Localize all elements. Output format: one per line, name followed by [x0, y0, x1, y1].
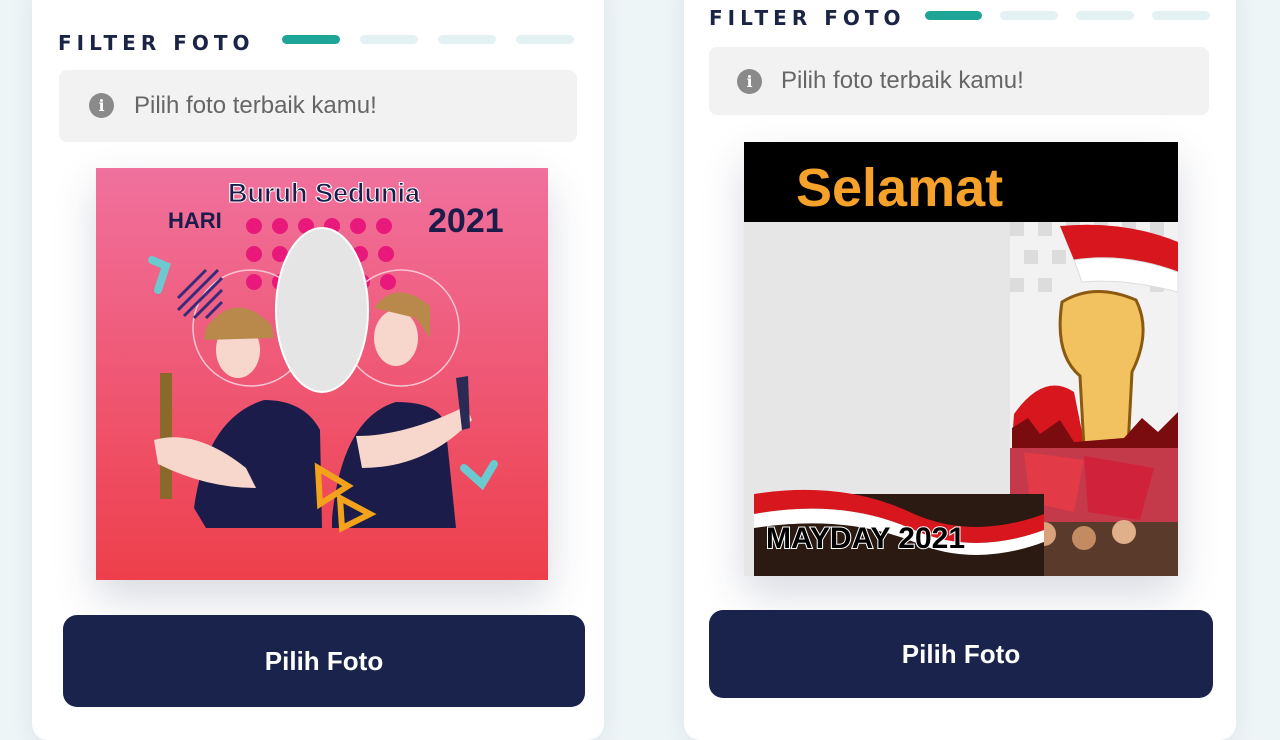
frame-headline: Buruh Sedunia [228, 178, 421, 208]
step-indicator [360, 35, 418, 44]
step-indicator [438, 35, 496, 44]
frame-hari-text: HARI [168, 208, 222, 233]
filter-title: FILTER FOTO [709, 6, 906, 30]
info-box: i Pilih foto terbaik kamu! [59, 70, 577, 142]
frame-banner: MAYDAY 2021 [766, 522, 965, 555]
info-box: i Pilih foto terbaik kamu! [709, 47, 1209, 115]
step-indicator [516, 35, 574, 44]
pilih-foto-button[interactable]: Pilih Foto [709, 610, 1213, 698]
info-text: Pilih foto terbaik kamu! [781, 67, 1024, 94]
filter-title: FILTER FOTO [58, 31, 255, 55]
photo-frame-buruh-sedunia[interactable]: HARI Buruh Sedunia 2021 [96, 168, 548, 580]
frame-artwork: Selamat MAYDAY 2021 [744, 142, 1178, 576]
step-indicator [1152, 11, 1210, 20]
step-indicator-active [282, 35, 340, 44]
face-cutout [275, 227, 369, 393]
frame-year: 2021 [428, 202, 504, 240]
step-indicator-active [925, 11, 982, 20]
info-icon: i [89, 93, 114, 118]
step-indicator [1000, 11, 1058, 20]
step-indicator [1076, 11, 1134, 20]
frame-headline: Selamat [796, 158, 1003, 218]
filter-card-right: FILTER FOTO i Pilih foto terbaik kamu! S… [684, 0, 1236, 740]
filter-card-left: FILTER FOTO i Pilih foto terbaik kamu! H… [32, 0, 604, 740]
info-text: Pilih foto terbaik kamu! [134, 92, 377, 119]
photo-frame-mayday[interactable]: Selamat MAYDAY 2021 [744, 142, 1178, 576]
info-icon: i [737, 69, 762, 94]
frame-artwork: HARI Buruh Sedunia 2021 [96, 168, 548, 580]
pilih-foto-button[interactable]: Pilih Foto [63, 615, 585, 707]
